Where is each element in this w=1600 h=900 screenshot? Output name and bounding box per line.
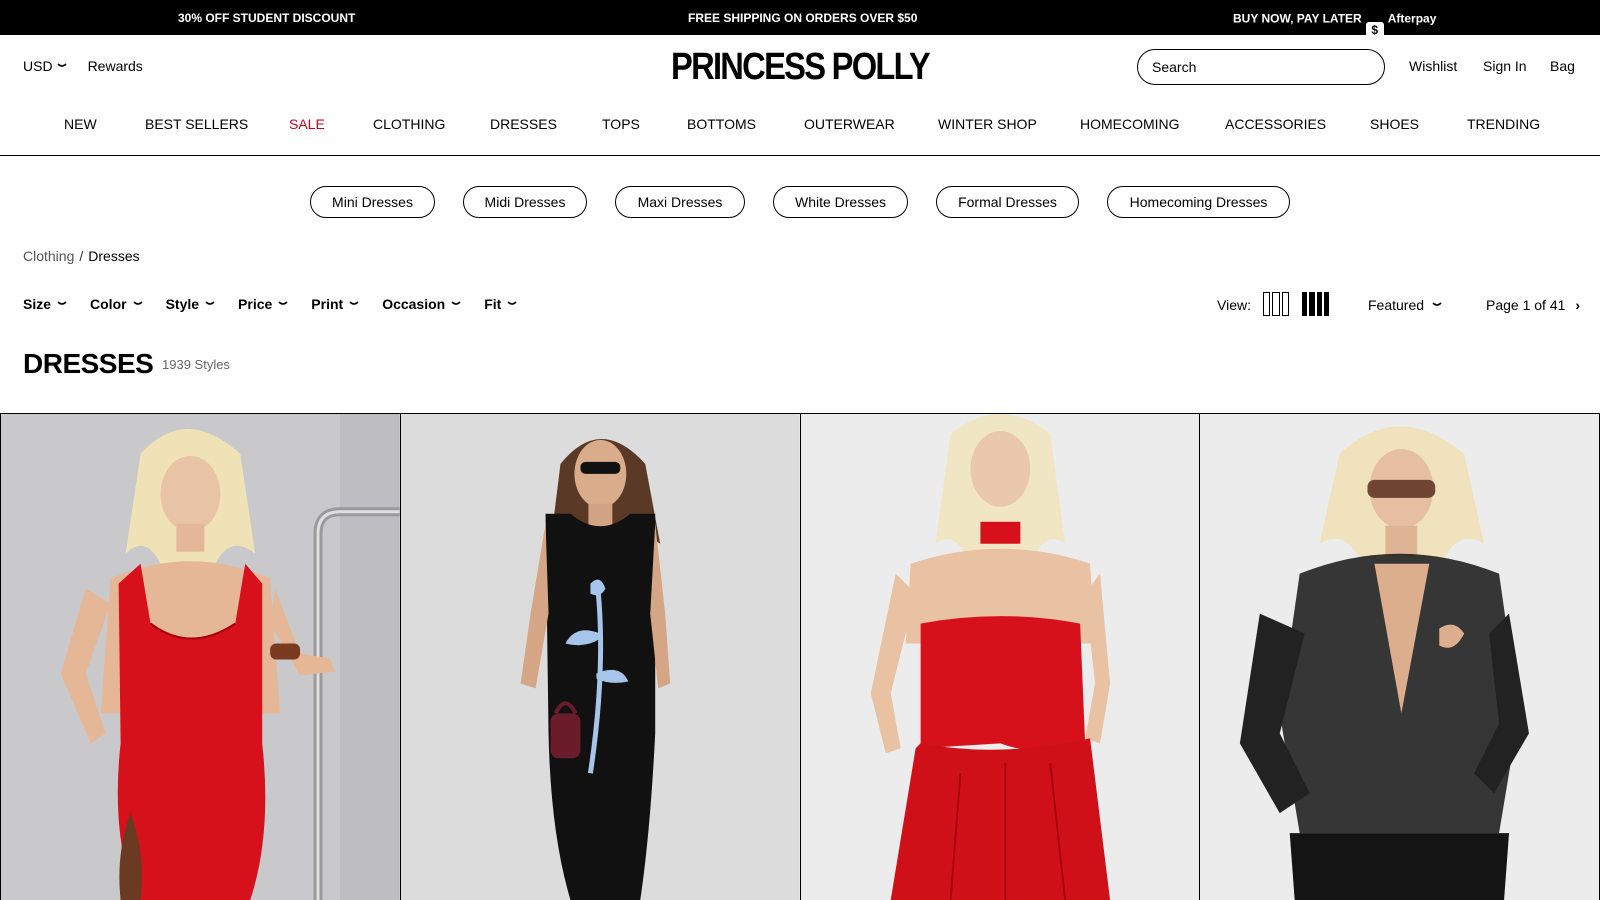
sort-label: Featured <box>1368 297 1425 313</box>
pill-formal-dresses[interactable]: Formal Dresses <box>936 186 1079 218</box>
nav-item-trending[interactable]: TRENDING <box>1467 116 1540 132</box>
product-image <box>1200 414 1599 900</box>
filter-occasion[interactable]: Occasion <box>382 296 461 312</box>
search-input[interactable] <box>1137 49 1385 85</box>
main-nav: NEW BEST SELLERS SALE CLOTHING DRESSES T… <box>0 114 1600 156</box>
view-label: View: <box>1217 297 1251 313</box>
filter-bar: Size Color Style Price Print Occasion Fi… <box>23 296 540 312</box>
nav-item-tops[interactable]: TOPS <box>602 116 640 132</box>
chevron-down-icon <box>507 299 517 308</box>
nav-item-dresses[interactable]: DRESSES <box>490 116 557 132</box>
breadcrumb-clothing[interactable]: Clothing <box>23 248 74 264</box>
pill-maxi-dresses[interactable]: Maxi Dresses <box>615 186 745 218</box>
nav-item-sale[interactable]: SALE <box>289 116 325 132</box>
chevron-down-icon <box>278 299 288 308</box>
filter-label: Color <box>90 296 127 312</box>
product-grid <box>0 413 1600 900</box>
pagination: Page 1 of 41 › <box>1486 297 1580 313</box>
filter-color[interactable]: Color <box>90 296 143 312</box>
nav-item-outerwear[interactable]: OUTERWEAR <box>804 116 895 132</box>
chevron-down-icon <box>451 299 461 308</box>
chevron-down-icon <box>349 299 359 308</box>
grid-3-column-icon[interactable] <box>1263 292 1289 316</box>
nav-item-winter-shop[interactable]: WINTER SHOP <box>938 116 1037 132</box>
style-count: 1939 Styles <box>162 357 230 372</box>
bnpl-text: BUY NOW, PAY LATER <box>1233 11 1362 26</box>
page-title: DRESSES <box>23 348 154 379</box>
pill-mini-dresses[interactable]: Mini Dresses <box>310 186 435 218</box>
filter-label: Style <box>165 296 200 312</box>
chevron-down-icon <box>57 299 67 308</box>
pill-white-dresses[interactable]: White Dresses <box>773 186 908 218</box>
product-card-red-mini-dress[interactable] <box>0 414 400 900</box>
page-indicator: Page 1 of 41 <box>1486 297 1566 313</box>
wishlist-link[interactable]: Wishlist <box>1409 58 1457 74</box>
chevron-down-icon <box>1432 300 1442 309</box>
filter-style[interactable]: Style <box>165 296 215 312</box>
filter-print[interactable]: Print <box>311 296 359 312</box>
pill-midi-dresses[interactable]: Midi Dresses <box>463 186 587 218</box>
student-discount-banner[interactable]: 30% OFF STUDENT DISCOUNT <box>178 11 355 25</box>
filter-label: Price <box>238 296 273 312</box>
product-image <box>1 414 400 900</box>
nav-item-shoes[interactable]: SHOES <box>1370 116 1419 132</box>
nav-item-new[interactable]: NEW <box>64 116 97 132</box>
filter-label: Print <box>311 296 344 312</box>
chevron-down-icon <box>133 299 143 308</box>
announcement-bar: 30% OFF STUDENT DISCOUNT FREE SHIPPING O… <box>0 0 1600 39</box>
breadcrumb-current: Dresses <box>88 248 140 264</box>
pill-homecoming-dresses[interactable]: Homecoming Dresses <box>1107 186 1290 218</box>
afterpay-icon: $ <box>1365 22 1384 39</box>
nav-item-clothing[interactable]: CLOTHING <box>373 116 445 132</box>
nav-item-homecoming[interactable]: HOMECOMING <box>1080 116 1180 132</box>
nav-item-best-sellers[interactable]: BEST SELLERS <box>145 116 248 132</box>
breadcrumb: Clothing / Dresses <box>23 248 140 264</box>
next-page-icon[interactable]: › <box>1575 297 1580 313</box>
currency-selector[interactable]: USD <box>23 58 67 74</box>
afterpay-text: Afterpay <box>1387 11 1437 26</box>
nav-item-accessories[interactable]: ACCESSORIES <box>1225 116 1326 132</box>
product-card-sheer-black-shirt-dress[interactable] <box>1199 414 1600 900</box>
product-card-black-rose-maxi-dress[interactable] <box>399 414 800 900</box>
sort-dropdown[interactable]: Featured <box>1368 297 1442 313</box>
product-card-red-strapless-dress[interactable] <box>799 414 1200 900</box>
free-shipping-banner[interactable]: FREE SHIPPING ON ORDERS OVER $50 <box>688 11 917 25</box>
currency-label: USD <box>23 58 53 74</box>
filter-label: Occasion <box>382 296 446 312</box>
grid-4-column-icon[interactable] <box>1302 292 1329 316</box>
filter-price[interactable]: Price <box>238 296 288 312</box>
sign-in-link[interactable]: Sign In <box>1483 58 1527 74</box>
bag-link[interactable]: Bag <box>1550 58 1575 74</box>
filter-fit[interactable]: Fit <box>484 296 517 312</box>
filter-size[interactable]: Size <box>23 296 67 312</box>
filter-label: Fit <box>484 296 502 312</box>
filter-label: Size <box>23 296 52 312</box>
chevron-down-icon <box>205 299 215 308</box>
nav-item-bottoms[interactable]: BOTTOMS <box>687 116 756 132</box>
breadcrumb-separator: / <box>79 248 84 264</box>
chevron-down-icon <box>56 61 67 70</box>
product-image <box>400 414 800 900</box>
afterpay-banner[interactable]: BUY NOW, PAY LATER$Afterpay <box>1233 11 1437 39</box>
product-image <box>800 414 1200 900</box>
